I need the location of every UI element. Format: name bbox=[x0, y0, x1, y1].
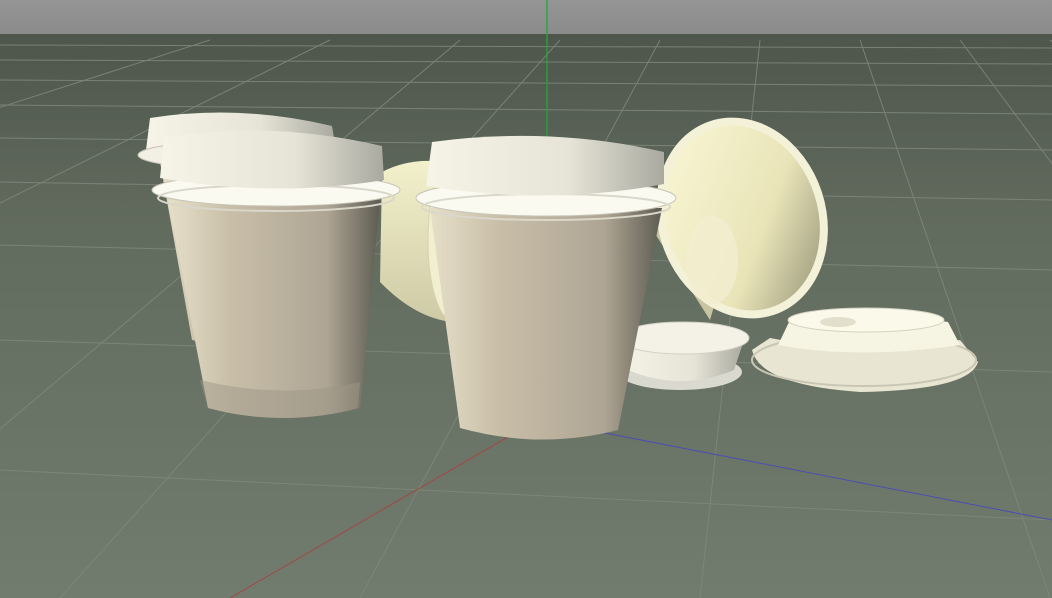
viewport-sky bbox=[0, 0, 1052, 36]
3d-viewport[interactable] bbox=[0, 0, 1052, 598]
viewport-canvas[interactable] bbox=[0, 0, 1052, 598]
